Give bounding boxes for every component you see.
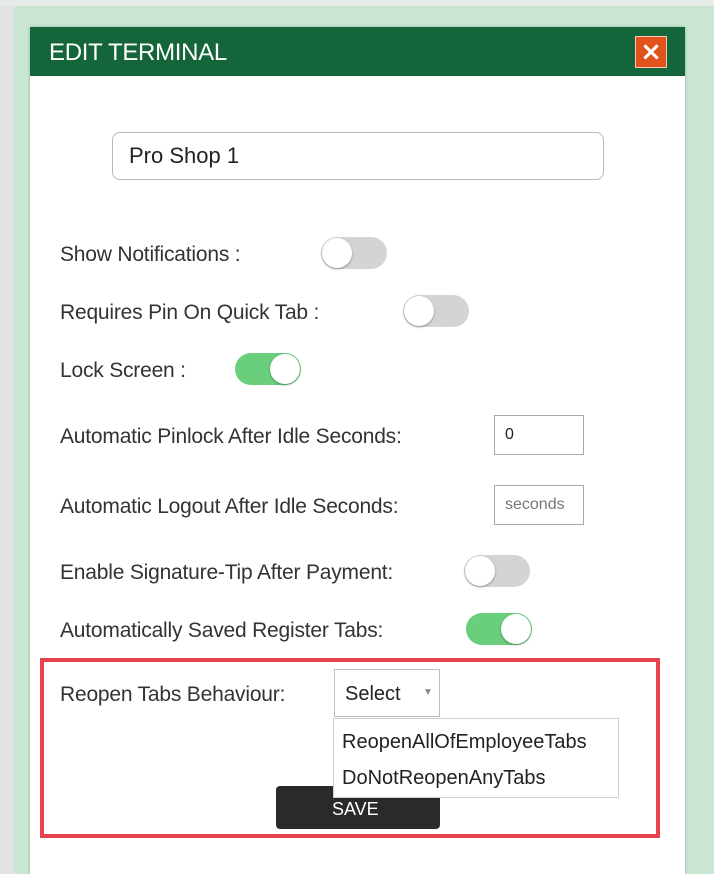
logout-idle-label: Automatic Logout After Idle Seconds: [60,495,399,518]
lock-screen-toggle[interactable] [235,353,301,385]
close-icon: × [640,37,662,67]
signature-tip-toggle[interactable] [464,555,530,587]
dialog-title: EDIT TERMINAL [49,39,227,66]
auto-saved-tabs-toggle[interactable] [466,613,532,645]
toggle-knob [465,556,495,586]
auto-saved-tabs-label: Automatically Saved Register Tabs: [60,619,384,642]
toggle-knob [322,238,352,268]
show-notifications-label: Show Notifications : [60,243,241,266]
signature-tip-label: Enable Signature-Tip After Payment: [60,561,394,584]
requires-pin-quick-tab-toggle[interactable] [403,295,469,327]
dropdown-option-do-not-reopen[interactable]: DoNotReopenAnyTabs [342,767,545,790]
dialog-titlebar: EDIT TERMINAL × [30,27,685,76]
reopen-tabs-label: Reopen Tabs Behaviour: [60,683,286,706]
terminal-name-input[interactable] [112,132,604,180]
close-button[interactable]: × [635,36,667,68]
reopen-tabs-dropdown: ReopenAllOfEmployeeTabs DoNotReopenAnyTa… [333,718,619,798]
lock-screen-label: Lock Screen : [60,359,186,382]
pinlock-idle-input[interactable] [494,415,584,455]
toggle-knob [404,296,434,326]
edit-terminal-dialog: EDIT TERMINAL × Show Notifications : Req… [30,27,685,874]
reopen-tabs-select[interactable]: Select ▼ [334,669,440,717]
show-notifications-toggle[interactable] [321,237,387,269]
save-button-label: SAVE [332,799,379,819]
select-value: Select [345,683,401,705]
chevron-down-icon: ▼ [423,687,433,698]
toggle-knob [270,354,300,384]
window-frame-top [0,0,714,6]
logout-idle-input[interactable] [494,485,584,525]
toggle-knob [501,614,531,644]
pinlock-idle-label: Automatic Pinlock After Idle Seconds: [60,425,402,448]
window-frame-left [0,0,14,874]
requires-pin-quick-tab-label: Requires Pin On Quick Tab : [60,301,320,324]
dropdown-option-reopen-all[interactable]: ReopenAllOfEmployeeTabs [342,731,587,754]
